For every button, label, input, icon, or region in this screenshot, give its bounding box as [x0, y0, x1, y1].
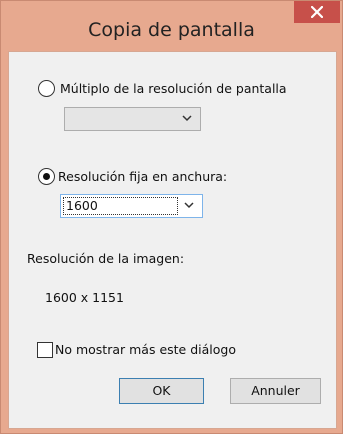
multiple-resolution-radio[interactable] [38, 80, 55, 97]
dont-show-checkbox[interactable] [37, 342, 53, 358]
dialog-body: Múltiplo de la resolución de pantalla Re… [8, 51, 337, 429]
fixed-width-value: 1600 [63, 197, 178, 215]
dialog-title: Copia de pantalla [88, 19, 255, 41]
ok-button[interactable]: OK [119, 378, 204, 404]
fixed-width-radio[interactable] [38, 168, 55, 185]
image-resolution-value: 1600 x 1151 [45, 290, 124, 305]
chevron-down-icon [182, 115, 192, 122]
dont-show-label[interactable]: No mostrar más este diálogo [55, 342, 236, 357]
close-icon [311, 6, 323, 18]
fixed-width-label[interactable]: Resolución fija en anchura: [58, 169, 227, 184]
multiple-resolution-select[interactable] [64, 107, 201, 131]
screenshot-dialog: Copia de pantalla Múltiplo de la resoluc… [0, 0, 343, 434]
close-button[interactable] [294, 1, 340, 23]
cancel-button[interactable]: Annuler [230, 378, 321, 404]
image-resolution-label: Resolución de la imagen: [27, 251, 185, 266]
title-bar[interactable]: Copia de pantalla [1, 1, 342, 51]
fixed-width-select[interactable]: 1600 [60, 194, 203, 218]
chevron-down-icon [184, 202, 194, 209]
multiple-resolution-label[interactable]: Múltiplo de la resolución de pantalla [60, 81, 287, 96]
radio-selected-dot [43, 173, 50, 180]
